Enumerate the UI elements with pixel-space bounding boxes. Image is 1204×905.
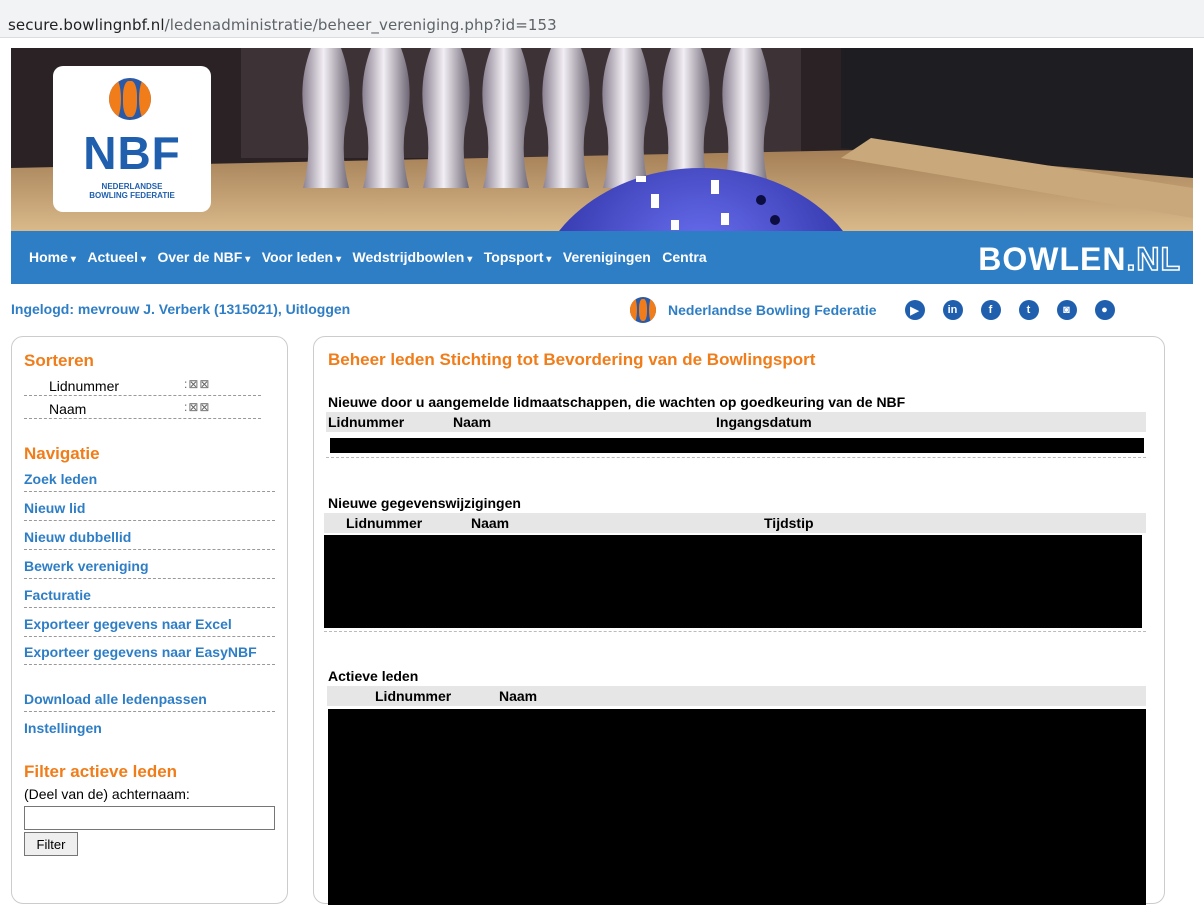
facebook-icon[interactable]: f: [980, 300, 1001, 320]
url-path: /ledenadministratie/beheer_vereniging.ph…: [164, 16, 557, 34]
federation-bar: Nederlandse Bowling Federatie ▶ in f t ◙…: [630, 295, 1115, 325]
url-text[interactable]: secure.bowlingnbf.nl/ledenadministratie/…: [8, 16, 557, 34]
table-header-changes: Lidnummer Naam Tijdstip: [324, 513, 1146, 533]
flickr-icon[interactable]: ●: [1094, 300, 1115, 320]
link-exporteer-easynbf[interactable]: Exporteer gegevens naar EasyNBF: [24, 644, 275, 665]
nav-label: Over de NBF: [157, 249, 243, 265]
nav-label: Verenigingen: [562, 249, 651, 265]
column-header-lidnummer[interactable]: Lidnummer: [375, 688, 451, 704]
column-header-tijdstip[interactable]: Tijdstip: [764, 515, 814, 531]
header-banner: NBF NEDERLANDSE BOWLING FEDERATIE: [11, 48, 1193, 231]
nav-item-over-de-nbf[interactable]: Over de NBF ▾: [157, 249, 250, 265]
link-exporteer-excel[interactable]: Exporteer gegevens naar Excel: [24, 616, 275, 637]
nav-item-wedstrijdbowlen[interactable]: Wedstrijdbowlen ▾: [353, 249, 473, 265]
column-header-ingangsdatum[interactable]: Ingangsdatum: [716, 414, 812, 430]
nav-label: Voor leden: [261, 249, 334, 265]
sort-arrows-icon[interactable]: :⊠⊠: [184, 400, 210, 414]
divider: [326, 457, 1146, 458]
filter-label: (Deel van de) achternaam:: [24, 786, 190, 802]
sort-arrows-icon[interactable]: :⊠⊠: [184, 377, 210, 391]
sidebar: Sorteren Lidnummer :⊠⊠ Naam :⊠⊠ Navigati…: [11, 336, 288, 904]
nav-item-topsport[interactable]: Topsport ▾: [484, 249, 552, 265]
achternaam-filter-input[interactable]: [24, 806, 275, 830]
table-header-pending: Lidnummer Naam Ingangsdatum: [326, 412, 1146, 432]
sort-label: Lidnummer: [49, 378, 120, 394]
url-host: secure.bowlingnbf.nl: [8, 16, 165, 34]
redacted-pending-rows: [330, 438, 1144, 453]
nav-item-home[interactable]: Home ▾: [29, 249, 76, 265]
chevron-down-icon: ▾: [245, 254, 251, 265]
link-bewerk-vereniging[interactable]: Bewerk vereniging: [24, 558, 275, 579]
nav-menu: Home ▾ Actueel ▾ Over de NBF ▾ Voor leden ▾ …: [29, 249, 714, 267]
link-facturatie[interactable]: Facturatie: [24, 587, 275, 608]
browser-url-bar[interactable]: secure.bowlingnbf.nl/ledenadministratie/…: [0, 0, 1204, 38]
navigation-heading: Navigatie: [24, 444, 100, 463]
sort-heading: Sorteren: [24, 351, 94, 370]
nav-item-actueel[interactable]: Actueel ▾: [87, 249, 146, 265]
nav-label: Centra: [662, 249, 707, 265]
link-instellingen[interactable]: Instellingen: [24, 720, 275, 740]
section-title-active-members: Actieve leden: [328, 668, 419, 684]
bowlen-nl-logo[interactable]: BOWLEN.NL: [978, 240, 1181, 278]
table-header-active: Lidnummer Naam: [327, 686, 1146, 706]
logo-subtitle: NEDERLANDSE BOWLING FEDERATIE: [53, 182, 211, 200]
brand-bold: BOWLEN: [978, 241, 1127, 277]
nav-label: Topsport: [483, 249, 544, 265]
logo-subtitle-line1: NEDERLANDSE: [101, 182, 163, 191]
youtube-icon[interactable]: ▶: [904, 300, 925, 320]
section-title-pending-memberships: Nieuwe door u aangemelde lidmaatschappen…: [328, 394, 906, 410]
chevron-down-icon: ▾: [467, 254, 473, 265]
link-zoek-leden[interactable]: Zoek leden: [24, 471, 275, 492]
section-title-data-changes: Nieuwe gegevenswijzigingen: [328, 495, 521, 511]
column-header-lidnummer[interactable]: Lidnummer: [346, 515, 422, 531]
main-content: Beheer leden Stichting tot Bevordering v…: [313, 336, 1165, 905]
redacted-changes-rows: [324, 535, 1142, 628]
nbf-ball-logo-icon: [109, 78, 151, 120]
twitter-icon[interactable]: t: [1018, 300, 1039, 320]
nav-label: Home: [29, 249, 68, 265]
column-header-naam[interactable]: Naam: [499, 688, 537, 704]
column-header-lidnummer[interactable]: Lidnummer: [328, 414, 404, 430]
column-header-naam[interactable]: Naam: [471, 515, 509, 531]
sort-label: Naam: [49, 401, 87, 417]
column-header-naam[interactable]: Naam: [453, 414, 491, 430]
nav-label: Actueel: [87, 249, 138, 265]
sort-row-naam: Naam :⊠⊠: [24, 397, 261, 419]
nav-item-voor-leden[interactable]: Voor leden ▾: [262, 249, 341, 265]
chevron-down-icon: ▾: [140, 254, 146, 265]
redacted-active-rows: [328, 709, 1146, 905]
page-title: Beheer leden Stichting tot Bevordering v…: [328, 350, 816, 369]
sort-row-lidnummer: Lidnummer :⊠⊠: [24, 374, 261, 396]
link-nieuw-lid[interactable]: Nieuw lid: [24, 500, 275, 521]
nav-item-verenigingen[interactable]: Verenigingen: [563, 249, 651, 265]
link-download-ledenpassen[interactable]: Download alle ledenpassen: [24, 691, 275, 712]
chevron-down-icon: ▾: [336, 254, 342, 265]
brand-dim: .NL: [1126, 240, 1181, 278]
chevron-down-icon: ▾: [70, 254, 76, 265]
nav-item-centra[interactable]: Centra: [662, 249, 706, 265]
chevron-down-icon: ▾: [546, 254, 552, 265]
linkedin-icon[interactable]: in: [942, 300, 963, 320]
logo-acronym: NBF: [83, 127, 181, 179]
nbf-ball-icon: [630, 297, 656, 323]
main-navigation: Home ▾ Actueel ▾ Over de NBF ▾ Voor leden ▾ …: [11, 231, 1193, 284]
link-nieuw-dubbellid[interactable]: Nieuw dubbellid: [24, 529, 275, 550]
logged-in-status[interactable]: Ingelogd: mevrouw J. Verberk (1315021), …: [11, 301, 350, 317]
divider: [324, 631, 1146, 632]
instagram-icon[interactable]: ◙: [1056, 300, 1077, 320]
logo-subtitle-line2: BOWLING FEDERATIE: [89, 191, 175, 200]
nav-label: Wedstrijdbowlen: [352, 249, 465, 265]
nbf-logo[interactable]: NBF NEDERLANDSE BOWLING FEDERATIE: [53, 66, 211, 212]
filter-heading: Filter actieve leden: [24, 762, 178, 781]
filter-button[interactable]: Filter: [24, 832, 78, 856]
federation-name[interactable]: Nederlandse Bowling Federatie: [668, 302, 877, 318]
